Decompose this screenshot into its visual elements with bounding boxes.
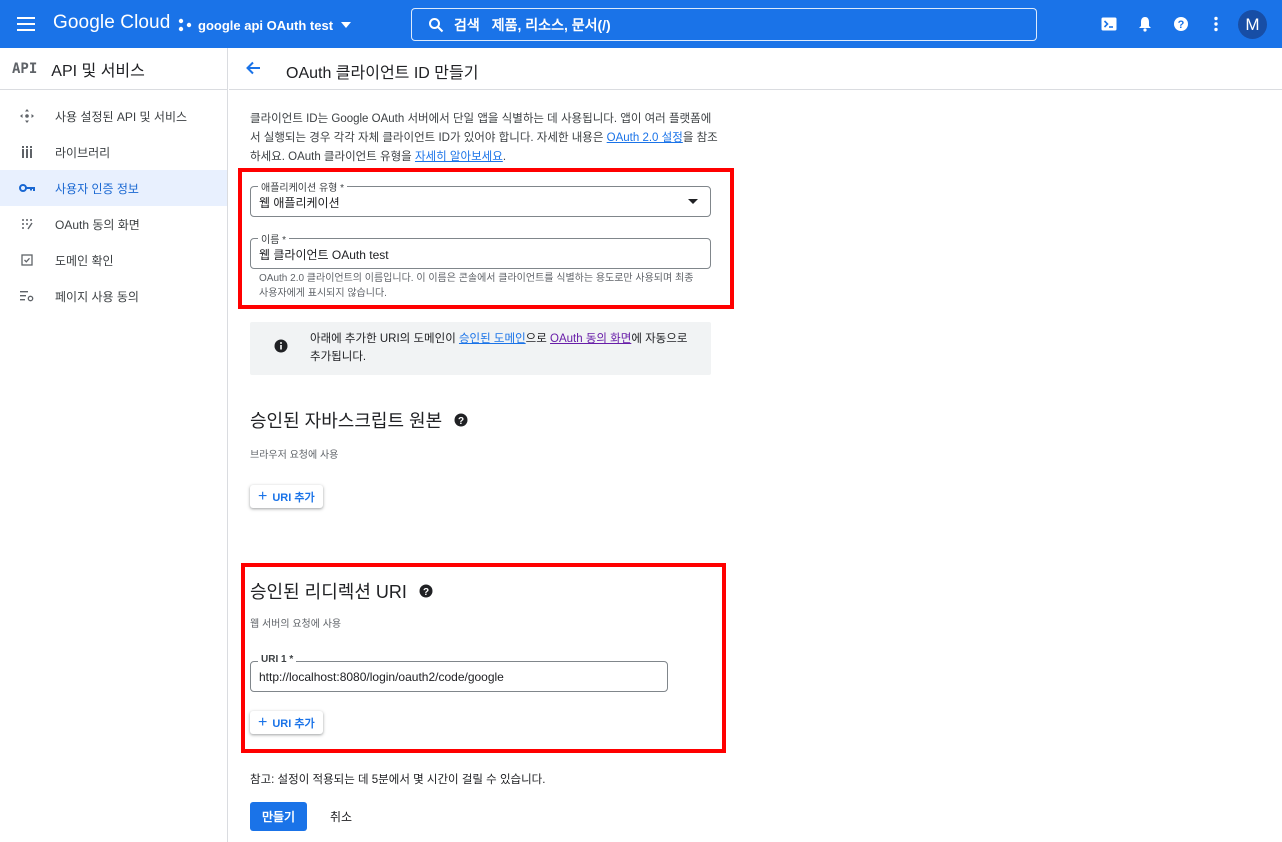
- application-type-value: 웹 애플리케이션: [259, 196, 340, 210]
- avatar[interactable]: M: [1238, 10, 1267, 39]
- api-badge: API: [12, 60, 38, 77]
- sidebar-item-label: 사용 설정된 API 및 서비스: [55, 109, 188, 124]
- learn-more-link[interactable]: 자세히 알아보세요: [415, 151, 503, 163]
- uri-1-value: http://localhost:8080/login/oauth2/code/…: [259, 670, 504, 684]
- redirect-uris-title: 승인된 리디렉션 URI: [250, 582, 407, 602]
- consent-screen-icon: [19, 216, 35, 232]
- svg-text:?: ?: [1178, 19, 1185, 31]
- more-vert-icon[interactable]: [1206, 14, 1226, 34]
- sidebar-item-credentials[interactable]: 사용자 인증 정보: [0, 170, 227, 206]
- back-arrow-icon[interactable]: [244, 58, 264, 78]
- help-circle-icon[interactable]: ?: [419, 584, 433, 598]
- name-field[interactable]: 이름 * 웹 클라이언트 OAuth test: [250, 231, 711, 269]
- intro-text-part: .: [502, 151, 507, 163]
- info-text-part: 아래에 추가한 URI의 도메인이: [310, 333, 459, 345]
- sidebar-header: API API 및 서비스: [0, 48, 227, 90]
- sidebar: API API 및 서비스 사용 설정된 API 및 서비스 라이브러리 사용자…: [0, 48, 228, 842]
- search-label: 검색: [454, 16, 480, 33]
- sidebar-item-label: OAuth 동의 화면: [55, 217, 140, 232]
- sidebar-item-label: 라이브러리: [55, 145, 111, 160]
- oauth-settings-link[interactable]: OAuth 2.0 설정: [607, 132, 683, 144]
- sidebar-item-domain-verification[interactable]: 도메인 확인: [0, 242, 227, 278]
- key-icon: [19, 180, 35, 196]
- js-origins-title: 승인된 자바스크립트 원본: [250, 411, 443, 431]
- sidebar-item-library[interactable]: 라이브러리: [0, 134, 227, 170]
- search-bar[interactable]: 검색 제품, 리소스, 문서(/): [411, 8, 1037, 41]
- notifications-icon[interactable]: [1135, 14, 1155, 34]
- svg-text:?: ?: [458, 416, 464, 427]
- plus-icon: +: [258, 713, 268, 731]
- sidebar-item-label: 사용자 인증 정보: [55, 181, 139, 196]
- enabled-apis-icon: [19, 108, 35, 124]
- cloud-shell-icon[interactable]: [1099, 14, 1119, 34]
- application-type-label: 애플리케이션 유형 *: [258, 179, 348, 194]
- add-uri-label: URI 추가: [272, 491, 315, 504]
- sidebar-item-label: 페이지 사용 동의: [55, 289, 139, 304]
- google-cloud-logo[interactable]: Google Cloud: [53, 12, 170, 34]
- add-redirect-uri-button[interactable]: + URI 추가: [250, 711, 323, 734]
- name-label: 이름 *: [258, 231, 290, 246]
- cancel-button[interactable]: 취소: [322, 802, 360, 831]
- js-origins-heading: 승인된 자바스크립트 원본 ?: [250, 407, 468, 433]
- menu-icon[interactable]: [14, 12, 38, 36]
- oauth-consent-screen-link[interactable]: OAuth 동의 화면: [550, 333, 631, 345]
- project-selector[interactable]: google api OAuth test: [178, 14, 352, 36]
- redirect-uris-heading: 승인된 리디렉션 URI ?: [250, 578, 433, 604]
- sidebar-item-label: 도메인 확인: [55, 253, 114, 268]
- js-origins-subtitle: 브라우저 요청에 사용: [250, 450, 339, 461]
- search-placeholder: 제품, 리소스, 문서(/): [491, 16, 611, 33]
- sidebar-item-oauth-consent[interactable]: OAuth 동의 화면: [0, 206, 227, 242]
- project-name: google api OAuth test: [198, 17, 334, 33]
- redirect-uris-subtitle: 웹 서버의 요청에 사용: [250, 619, 342, 630]
- info-banner: 아래에 추가한 URI의 도메인이 승인된 도메인으로 OAuth 동의 화면에…: [250, 322, 711, 375]
- help-circle-icon[interactable]: ?: [454, 413, 468, 427]
- add-uri-label: URI 추가: [272, 717, 315, 730]
- add-origin-uri-button[interactable]: + URI 추가: [250, 485, 323, 508]
- library-icon: [19, 144, 35, 160]
- project-icon: [178, 18, 192, 32]
- page-header: OAuth 클라이언트 ID 만들기: [229, 48, 1282, 90]
- authorized-domains-link[interactable]: 승인된 도메인: [459, 333, 526, 345]
- intro-text: 클라이언트 ID는 Google OAuth 서버에서 단일 앱을 식별하는 데…: [250, 110, 720, 167]
- info-icon: [274, 339, 288, 353]
- sidebar-item-page-usage[interactable]: 페이지 사용 동의: [0, 278, 227, 314]
- settings-note: 참고: 설정이 적용되는 데 5분에서 몇 시간이 걸릴 수 있습니다.: [250, 774, 546, 786]
- application-type-select[interactable]: 애플리케이션 유형 * 웹 애플리케이션: [250, 179, 711, 217]
- sidebar-title: API 및 서비스: [51, 62, 145, 80]
- page-usage-icon: [19, 288, 35, 304]
- create-button[interactable]: 만들기: [250, 802, 307, 831]
- sidebar-item-enabled-apis[interactable]: 사용 설정된 API 및 서비스: [0, 98, 227, 134]
- search-icon: [429, 17, 444, 32]
- info-text: 아래에 추가한 URI의 도메인이 승인된 도메인으로 OAuth 동의 화면에…: [310, 330, 698, 366]
- name-hint: OAuth 2.0 클라이언트의 이름입니다. 이 이름은 콘솔에서 클라이언트…: [259, 273, 694, 299]
- chevron-down-icon: [341, 22, 352, 28]
- svg-text:?: ?: [423, 587, 429, 598]
- top-app-bar: Google Cloud google api OAuth test 검색 제품…: [0, 0, 1282, 48]
- redirect-uri-1-input[interactable]: URI 1 * http://localhost:8080/login/oaut…: [250, 654, 668, 692]
- uri-1-label: URI 1 *: [258, 654, 297, 665]
- plus-icon: +: [258, 487, 268, 505]
- name-value: 웹 클라이언트 OAuth test: [259, 248, 389, 262]
- help-icon[interactable]: ?: [1171, 14, 1191, 34]
- page-title: OAuth 클라이언트 ID 만들기: [286, 65, 479, 82]
- info-text-part: 으로: [525, 333, 551, 345]
- domain-verify-icon: [19, 252, 35, 268]
- dropdown-arrow-icon: [688, 199, 698, 204]
